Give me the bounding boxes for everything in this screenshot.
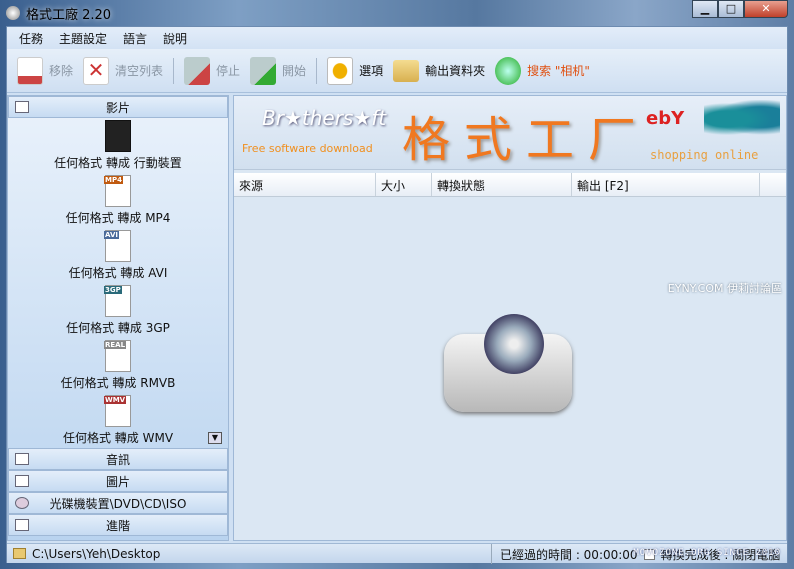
banner-title: 格式工厂 <box>402 112 651 168</box>
mp4-file-icon: MP4 <box>104 175 131 207</box>
stop-icon <box>184 56 211 85</box>
scroll-down-button[interactable]: ▼ <box>208 432 222 444</box>
shopping-text: shopping online <box>650 148 759 162</box>
stop-button[interactable]: 停止 <box>184 56 240 85</box>
category-advanced[interactable]: 進階 <box>8 514 228 536</box>
menu-language[interactable]: 語言 <box>123 30 147 47</box>
convert-rmvb[interactable]: REAL 任何格式 轉成 RMVB <box>8 338 228 393</box>
title-bar: 格式工廠 2.20 ▁ □ ✕ <box>0 0 794 26</box>
folder-icon <box>13 548 26 559</box>
brothersoft-logo: Br★thers★ft <box>262 106 387 130</box>
window-title: 格式工廠 2.20 <box>26 7 112 23</box>
clear-list-button[interactable]: ✕ 清空列表 <box>83 56 163 85</box>
elapsed-time: 已經過的時間 : 00:00:00 <box>500 547 638 562</box>
ad-banner[interactable]: Br★thers★ft Free software download 格式工厂 … <box>234 96 786 170</box>
world-map-icon <box>704 100 780 138</box>
menu-bar: 任務 主題設定 語言 說明 <box>7 27 787 49</box>
table-header: 來源 大小 轉換狀態 輸出 [F2] <box>234 173 786 197</box>
convert-3gp[interactable]: 3GP 任何格式 轉成 3GP <box>8 283 228 338</box>
convert-mobile[interactable]: 任何格式 轉成 行動裝置 <box>8 118 228 173</box>
convert-avi[interactable]: AVI 任何格式 轉成 AVI <box>8 228 228 283</box>
wmv-file-icon: WMV <box>104 395 131 427</box>
search-button[interactable]: 搜索 "相机" <box>495 56 590 85</box>
app-icon <box>6 6 20 20</box>
start-button[interactable]: 開始 <box>250 56 306 85</box>
ebay-logo: ebY <box>646 108 685 129</box>
play-icon <box>250 56 277 85</box>
menu-help[interactable]: 說明 <box>163 30 187 47</box>
globe-search-icon <box>495 56 522 85</box>
gear-icon <box>327 56 354 85</box>
convert-wmv[interactable]: WMV 任何格式 轉成 WMV <box>8 393 228 448</box>
col-status[interactable]: 轉換狀態 <box>432 173 572 196</box>
sidebar: 影片 任何格式 轉成 行動裝置 MP4 任何格式 轉成 MP4 AVI 任何格式 轉… <box>7 95 229 541</box>
menu-theme[interactable]: 主題設定 <box>59 30 107 47</box>
category-rom[interactable]: 光碟機裝置\DVD\CD\ISO <box>8 492 228 514</box>
format-factory-logo <box>444 304 574 414</box>
category-picture[interactable]: 圖片 <box>8 470 228 492</box>
status-bar: C:\Users\Yeh\Desktop 已經過的時間 : 00:00:00 轉… <box>7 543 787 564</box>
video-items: 任何格式 轉成 行動裝置 MP4 任何格式 轉成 MP4 AVI 任何格式 轉成 A… <box>8 118 228 448</box>
col-size[interactable]: 大小 <box>376 173 432 196</box>
output-path[interactable]: C:\Users\Yeh\Desktop <box>32 547 160 561</box>
minimize-button[interactable]: ▁ <box>692 0 718 18</box>
status-watermark: MOVOZONE.ORG SINCE 2010 <box>633 548 781 558</box>
real-file-icon: REAL <box>104 340 131 372</box>
watermark: EYNY.COM 伊莉討論區 <box>667 282 782 295</box>
toolbar: 移除 ✕ 清空列表 停止 開始 選項 輸出資料夾 搜索 "相机" <box>7 49 787 93</box>
free-download-text: Free software download <box>242 142 373 155</box>
remove-button[interactable]: 移除 <box>17 56 73 85</box>
category-audio[interactable]: 音訊 <box>8 448 228 470</box>
avi-file-icon: AVI <box>104 230 131 262</box>
main-window: 任務 主題設定 語言 說明 移除 ✕ 清空列表 停止 開始 選項 輸出資料夾 搜索… <box>6 26 788 564</box>
menu-task[interactable]: 任務 <box>19 30 43 47</box>
col-source[interactable]: 來源 <box>234 173 376 196</box>
mobile-devices-icon <box>105 120 131 152</box>
clear-icon: ✕ <box>83 56 110 85</box>
col-output[interactable]: 輸出 [F2] <box>572 173 760 196</box>
output-folder-button[interactable]: 輸出資料夾 <box>393 59 485 82</box>
category-video[interactable]: 影片 <box>8 96 228 118</box>
task-panel: Br★thers★ft Free software download 格式工厂 … <box>233 95 787 541</box>
folder-icon <box>393 59 420 82</box>
3gp-file-icon: 3GP <box>104 285 131 317</box>
options-button[interactable]: 選項 <box>327 56 383 85</box>
convert-mp4[interactable]: MP4 任何格式 轉成 MP4 <box>8 173 228 228</box>
remove-icon <box>17 56 43 85</box>
close-button[interactable]: ✕ <box>744 0 788 18</box>
maximize-button[interactable]: □ <box>718 0 744 18</box>
